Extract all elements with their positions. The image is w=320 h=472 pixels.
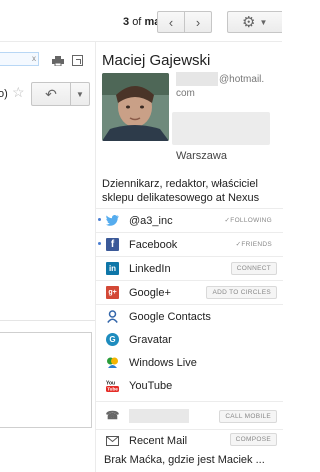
- add-to-circles-button[interactable]: ADD TO CIRCLES: [206, 286, 277, 299]
- pager-index: 3: [123, 16, 130, 28]
- chevron-down-icon: ▼: [259, 17, 268, 27]
- avatar: [102, 73, 169, 141]
- compose-button[interactable]: COMPOSE: [229, 433, 277, 446]
- phone-row[interactable]: ☎ CALL MOBILE: [96, 401, 283, 429]
- windows-live-icon: [106, 356, 119, 369]
- gravatar-icon: G: [106, 333, 119, 346]
- service-label: Windows Live: [129, 356, 197, 369]
- call-mobile-button[interactable]: CALL MOBILE: [219, 410, 277, 423]
- new-window-icon[interactable]: [72, 55, 83, 66]
- twitter-icon: [106, 214, 119, 227]
- email-tld: com: [176, 88, 195, 99]
- google-contacts-icon: [106, 310, 119, 323]
- service-row-linkedin[interactable]: in LinkedIn CONNECT: [96, 256, 283, 280]
- friends-badge[interactable]: ✓FRIENDS: [231, 238, 277, 250]
- remove-icon[interactable]: x: [32, 53, 36, 65]
- recent-mail-subject[interactable]: Brak Maćka, gdzie jest Maciek ...: [104, 449, 282, 471]
- reply-button[interactable]: ↶: [31, 82, 71, 106]
- settings-button[interactable]: ⚙ ▼: [227, 11, 282, 33]
- sender-snippet: o): [0, 88, 8, 100]
- service-label: LinkedIn: [129, 262, 171, 275]
- bullet: [98, 242, 101, 245]
- service-label: @a3_inc: [129, 214, 173, 227]
- pager-of: of: [132, 16, 142, 28]
- reply-arrow-icon: ↶: [45, 85, 57, 102]
- chevron-left-icon: ‹: [168, 14, 174, 30]
- following-badge[interactable]: ✓FOLLOWING: [220, 214, 277, 226]
- email-domain: @hotmail.: [219, 74, 265, 85]
- service-label: Facebook: [129, 238, 178, 251]
- chevron-right-icon: ›: [195, 14, 201, 30]
- svg-text:You: You: [106, 381, 115, 387]
- redacted-info: [172, 112, 270, 145]
- svg-text:Tube: Tube: [107, 387, 118, 392]
- message-pane: x o) ☆ ↶ ▼: [0, 42, 95, 472]
- star-icon[interactable]: ☆: [12, 84, 25, 101]
- contact-sidebar: Maciej Gajewski @hotmail. com Warszawa D…: [95, 42, 283, 472]
- service-row-gravatar[interactable]: G Gravatar: [96, 328, 283, 351]
- phone-redacted: [129, 408, 189, 423]
- service-row-google-plus[interactable]: g+ Google+ ADD TO CIRCLES: [96, 280, 283, 304]
- email-redacted: [176, 72, 218, 86]
- contact-name: Maciej Gajewski: [102, 52, 211, 69]
- connect-button[interactable]: CONNECT: [230, 262, 277, 275]
- service-row-youtube[interactable]: You Tube YouTube: [96, 374, 283, 397]
- newer-button[interactable]: ‹: [157, 11, 185, 33]
- more-actions-button[interactable]: ▼: [70, 82, 90, 106]
- divider: [0, 320, 95, 321]
- service-row-facebook[interactable]: f Facebook ✓FRIENDS: [96, 232, 283, 256]
- service-list: @a3_inc ✓FOLLOWING f Facebook ✓FRIENDS i…: [96, 208, 283, 471]
- phone-icon: ☎: [105, 409, 120, 422]
- chevron-down-icon: ▼: [76, 89, 84, 99]
- recent-mail-label: Recent Mail: [129, 434, 188, 447]
- mail-icon: [106, 434, 119, 447]
- service-label: Google Contacts: [129, 310, 211, 323]
- service-label: Google+: [129, 286, 171, 299]
- bullet: [98, 218, 101, 221]
- service-label: YouTube: [129, 379, 173, 392]
- service-label: Gravatar: [129, 333, 172, 346]
- recent-mail-row[interactable]: Recent Mail COMPOSE: [96, 429, 283, 451]
- gear-icon: ⚙: [242, 13, 256, 31]
- older-button[interactable]: ›: [184, 11, 212, 33]
- service-row-windows-live[interactable]: Windows Live: [96, 351, 283, 374]
- facebook-icon: f: [106, 238, 119, 251]
- service-row-google-contacts[interactable]: Google Contacts: [96, 304, 283, 328]
- google-plus-icon: g+: [106, 286, 119, 299]
- print-icon[interactable]: [52, 56, 64, 66]
- image-attachment-chip[interactable]: x: [0, 52, 39, 66]
- contact-bio: Dziennikarz, redaktor, właściciel sklepu…: [102, 178, 260, 204]
- contact-location: Warszawa: [176, 150, 227, 162]
- reply-box[interactable]: [0, 332, 92, 428]
- service-row-twitter[interactable]: @a3_inc ✓FOLLOWING: [96, 208, 283, 232]
- recent-mail-item[interactable]: Brak Maćka, gdzie jest Maciek ...: [96, 451, 283, 471]
- youtube-icon: You Tube: [106, 379, 119, 392]
- top-toolbar: 3 of many ‹ › ⚙ ▼: [0, 0, 282, 42]
- linkedin-icon: in: [106, 262, 119, 275]
